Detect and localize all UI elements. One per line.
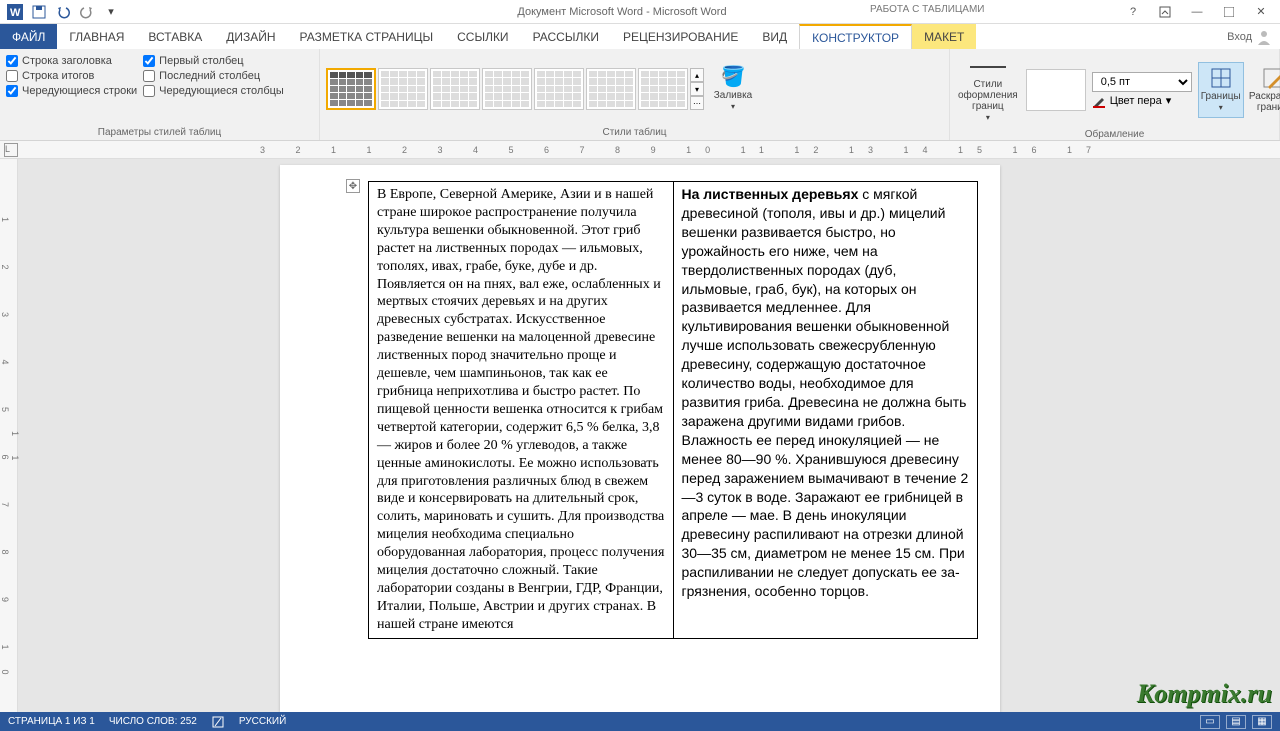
- table-style-7[interactable]: [638, 68, 688, 110]
- paint-bucket-icon: 🪣: [721, 66, 746, 88]
- qat-customize-icon[interactable]: ▾: [100, 2, 122, 22]
- quick-access-toolbar: W ▾: [0, 2, 126, 22]
- help-icon[interactable]: ?: [1118, 2, 1148, 22]
- title-bar: W ▾ Документ Microsoft Word - Microsoft …: [0, 0, 1280, 24]
- chk-banded-cols[interactable]: Чередующиеся столбцы: [143, 85, 284, 97]
- tab-file[interactable]: ФАЙЛ: [0, 24, 57, 49]
- tab-home[interactable]: ГЛАВНАЯ: [57, 24, 136, 49]
- word-icon[interactable]: W: [4, 2, 26, 22]
- pen-style-combo[interactable]: [1026, 69, 1086, 111]
- group-style-options-label: Параметры стилей таблиц: [6, 125, 313, 138]
- view-web-icon[interactable]: ▦: [1252, 715, 1272, 729]
- table-tools-context: РАБОТА С ТАБЛИЦАМИ: [870, 4, 984, 15]
- chk-header-row[interactable]: Строка заголовка: [6, 55, 137, 67]
- gallery-up-icon[interactable]: ▴: [690, 68, 704, 82]
- view-print-icon[interactable]: ▤: [1226, 715, 1246, 729]
- table-move-handle-icon[interactable]: ✥: [346, 179, 360, 193]
- ribbon-options-icon[interactable]: [1150, 2, 1180, 22]
- border-styles-button[interactable]: Стили оформления границ▾: [956, 53, 1020, 127]
- table-style-3[interactable]: [430, 68, 480, 110]
- page[interactable]: ✥ В Европе, Северной Америке, Азии и в н…: [280, 165, 1000, 712]
- minimize-icon[interactable]: —: [1182, 2, 1212, 22]
- vertical-ruler[interactable]: 1 2 3 4 5 6 7 8 9 10 11: [0, 159, 18, 712]
- ribbon-tabs: ФАЙЛ ГЛАВНАЯ ВСТАВКА ДИЗАЙН РАЗМЕТКА СТР…: [0, 24, 1280, 49]
- status-proofing-icon[interactable]: [211, 715, 225, 729]
- borders-icon: [1210, 67, 1232, 89]
- gallery-more-icon[interactable]: ⋯: [690, 96, 704, 110]
- save-icon[interactable]: [28, 2, 50, 22]
- ribbon: Строка заголовка Строка итогов Чередующи…: [0, 49, 1280, 141]
- tab-table-design[interactable]: КОНСТРУКТОР: [799, 24, 912, 49]
- border-painter-icon: [1262, 67, 1280, 89]
- table-styles-gallery[interactable]: ▴ ▾ ⋯: [326, 68, 704, 110]
- group-framing-label: Обрамление: [956, 127, 1273, 140]
- tab-table-layout[interactable]: МАКЕТ: [912, 24, 976, 49]
- chk-first-col[interactable]: Первый столбец: [143, 55, 284, 67]
- tab-mailings[interactable]: РАССЫЛКИ: [521, 24, 611, 49]
- group-table-styles-label: Стили таблиц: [326, 125, 943, 138]
- close-icon[interactable]: ✕: [1246, 2, 1276, 22]
- tab-page-layout[interactable]: РАЗМЕТКА СТРАНИЦЫ: [288, 24, 446, 49]
- tab-insert[interactable]: ВСТАВКА: [136, 24, 214, 49]
- maximize-icon[interactable]: [1214, 2, 1244, 22]
- user-icon: [1256, 29, 1272, 45]
- border-painter-button[interactable]: Раскраска границ: [1250, 63, 1280, 117]
- tab-references[interactable]: ССЫЛКИ: [445, 24, 520, 49]
- status-page[interactable]: СТРАНИЦА 1 ИЗ 1: [8, 716, 95, 727]
- tab-view[interactable]: ВИД: [750, 24, 799, 49]
- tab-review[interactable]: РЕЦЕНЗИРОВАНИЕ: [611, 24, 750, 49]
- table-cell-left[interactable]: В Европе, Северной Америке, Азии и в наш…: [369, 182, 674, 639]
- redo-icon[interactable]: [76, 2, 98, 22]
- table-style-2[interactable]: [378, 68, 428, 110]
- pen-icon: [1092, 94, 1106, 108]
- border-sample-icon: [968, 57, 1008, 77]
- window-controls: ? — ✕: [1118, 2, 1280, 22]
- tab-design[interactable]: ДИЗАЙН: [214, 24, 287, 49]
- svg-text:W: W: [10, 7, 21, 19]
- table-style-4[interactable]: [482, 68, 532, 110]
- table-row: В Европе, Северной Америке, Азии и в наш…: [369, 182, 978, 639]
- table-style-6[interactable]: [586, 68, 636, 110]
- document-table[interactable]: В Европе, Северной Америке, Азии и в наш…: [368, 181, 978, 639]
- undo-icon[interactable]: [52, 2, 74, 22]
- borders-button[interactable]: Границы▾: [1198, 62, 1244, 118]
- gallery-down-icon[interactable]: ▾: [690, 82, 704, 96]
- status-bar: СТРАНИЦА 1 ИЗ 1 ЧИСЛО СЛОВ: 252 РУССКИЙ …: [0, 712, 1280, 731]
- table-style-5[interactable]: [534, 68, 584, 110]
- pen-weight-combo[interactable]: 0,5 пт: [1092, 72, 1192, 92]
- status-word-count[interactable]: ЧИСЛО СЛОВ: 252: [109, 716, 197, 727]
- table-cell-right[interactable]: На лиственных деревьях с мягкой древесин…: [673, 182, 978, 639]
- pen-color-button[interactable]: Цвет пера ▾: [1092, 94, 1192, 108]
- view-read-icon[interactable]: ▭: [1200, 715, 1220, 729]
- document-area: 1 2 3 4 5 6 7 8 9 10 11 ✥ В Европе, Севе…: [0, 159, 1280, 712]
- chk-banded-rows[interactable]: Чередующиеся строки: [6, 85, 137, 97]
- sign-in[interactable]: Вход: [1219, 24, 1280, 49]
- chk-last-col[interactable]: Последний столбец: [143, 70, 284, 82]
- shading-button[interactable]: 🪣 Заливка▾: [710, 62, 756, 116]
- horizontal-ruler[interactable]: 3 2 1 1 2 3 4 5 6 7 8 9 10 11 12 13 14 1…: [0, 141, 1280, 159]
- status-language[interactable]: РУССКИЙ: [239, 716, 286, 727]
- table-style-1[interactable]: [326, 68, 376, 110]
- chk-total-row[interactable]: Строка итогов: [6, 70, 137, 82]
